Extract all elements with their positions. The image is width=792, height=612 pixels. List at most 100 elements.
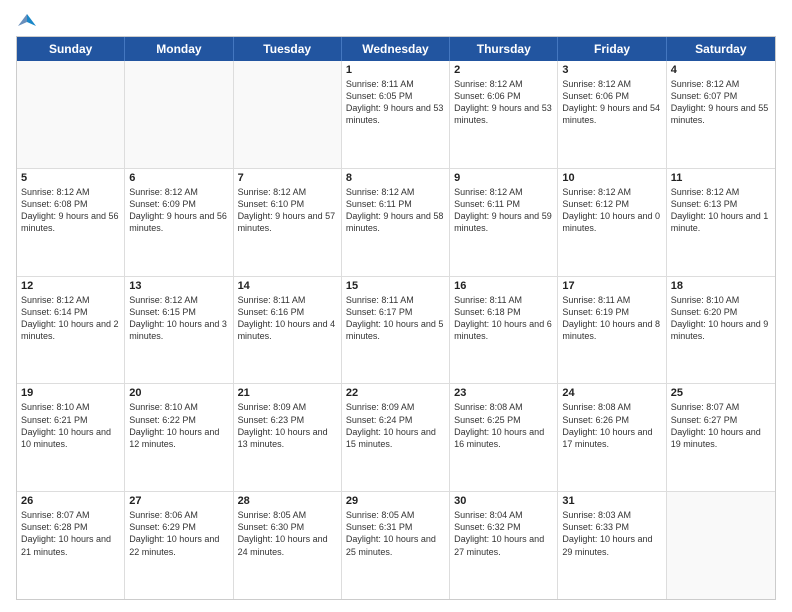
cell-info: Sunrise: 8:12 AM Sunset: 6:14 PM Dayligh… <box>21 294 120 343</box>
calendar-cell: 8 Sunrise: 8:12 AM Sunset: 6:11 PM Daylig… <box>342 169 450 276</box>
cell-info: Sunrise: 8:09 AM Sunset: 6:24 PM Dayligh… <box>346 401 445 450</box>
cell-info: Sunrise: 8:09 AM Sunset: 6:23 PM Dayligh… <box>238 401 337 450</box>
calendar-cell: 2 Sunrise: 8:12 AM Sunset: 6:06 PM Daylig… <box>450 61 558 168</box>
cell-info: Sunrise: 8:04 AM Sunset: 6:32 PM Dayligh… <box>454 509 553 558</box>
cell-info: Sunrise: 8:12 AM Sunset: 6:10 PM Dayligh… <box>238 186 337 235</box>
cell-info: Sunrise: 8:12 AM Sunset: 6:06 PM Dayligh… <box>562 78 661 127</box>
cell-info: Sunrise: 8:11 AM Sunset: 6:17 PM Dayligh… <box>346 294 445 343</box>
day-number: 13 <box>129 280 228 292</box>
day-number: 7 <box>238 172 337 184</box>
cell-info: Sunrise: 8:12 AM Sunset: 6:11 PM Dayligh… <box>454 186 553 235</box>
cell-info: Sunrise: 8:05 AM Sunset: 6:30 PM Dayligh… <box>238 509 337 558</box>
day-number: 26 <box>21 495 120 507</box>
cell-info: Sunrise: 8:12 AM Sunset: 6:06 PM Dayligh… <box>454 78 553 127</box>
day-number: 11 <box>671 172 771 184</box>
cell-info: Sunrise: 8:12 AM Sunset: 6:11 PM Dayligh… <box>346 186 445 235</box>
calendar-cell: 27 Sunrise: 8:06 AM Sunset: 6:29 PM Dayli… <box>125 492 233 599</box>
cell-info: Sunrise: 8:12 AM Sunset: 6:15 PM Dayligh… <box>129 294 228 343</box>
calendar-cell: 25 Sunrise: 8:07 AM Sunset: 6:27 PM Dayli… <box>667 384 775 491</box>
cell-info: Sunrise: 8:11 AM Sunset: 6:16 PM Dayligh… <box>238 294 337 343</box>
cell-info: Sunrise: 8:11 AM Sunset: 6:19 PM Dayligh… <box>562 294 661 343</box>
calendar-cell: 1Sunrise: 8:11 AM Sunset: 6:05 PM Daylig… <box>342 61 450 168</box>
day-number: 10 <box>562 172 661 184</box>
weekday-header: Monday <box>125 37 233 61</box>
cell-info: Sunrise: 8:08 AM Sunset: 6:25 PM Dayligh… <box>454 401 553 450</box>
calendar-cell <box>667 492 775 599</box>
day-number: 2 <box>454 64 553 76</box>
cell-info: Sunrise: 8:07 AM Sunset: 6:28 PM Dayligh… <box>21 509 120 558</box>
day-number: 18 <box>671 280 771 292</box>
day-number: 29 <box>346 495 445 507</box>
weekday-header: Saturday <box>667 37 775 61</box>
cell-info: Sunrise: 8:12 AM Sunset: 6:08 PM Dayligh… <box>21 186 120 235</box>
calendar-cell: 4 Sunrise: 8:12 AM Sunset: 6:07 PM Daylig… <box>667 61 775 168</box>
cell-info: Sunrise: 8:08 AM Sunset: 6:26 PM Dayligh… <box>562 401 661 450</box>
day-number: 15 <box>346 280 445 292</box>
calendar-cell: 20 Sunrise: 8:10 AM Sunset: 6:22 PM Dayli… <box>125 384 233 491</box>
day-number: 28 <box>238 495 337 507</box>
calendar-cell: 19Sunrise: 8:10 AM Sunset: 6:21 PM Dayli… <box>17 384 125 491</box>
day-number: 21 <box>238 387 337 399</box>
cell-info: Sunrise: 8:12 AM Sunset: 6:13 PM Dayligh… <box>671 186 771 235</box>
calendar-cell: 21 Sunrise: 8:09 AM Sunset: 6:23 PM Dayli… <box>234 384 342 491</box>
calendar-cell <box>234 61 342 168</box>
day-number: 1 <box>346 64 445 76</box>
calendar-cell: 28 Sunrise: 8:05 AM Sunset: 6:30 PM Dayli… <box>234 492 342 599</box>
cell-info: Sunrise: 8:11 AM Sunset: 6:18 PM Dayligh… <box>454 294 553 343</box>
calendar-cell: 29 Sunrise: 8:05 AM Sunset: 6:31 PM Dayli… <box>342 492 450 599</box>
header <box>16 12 776 28</box>
day-number: 3 <box>562 64 661 76</box>
calendar-cell: 16 Sunrise: 8:11 AM Sunset: 6:18 PM Dayli… <box>450 277 558 384</box>
day-number: 6 <box>129 172 228 184</box>
day-number: 27 <box>129 495 228 507</box>
calendar-cell: 17 Sunrise: 8:11 AM Sunset: 6:19 PM Dayli… <box>558 277 666 384</box>
calendar-row: 5 Sunrise: 8:12 AM Sunset: 6:08 PM Daylig… <box>17 169 775 277</box>
weekday-header: Wednesday <box>342 37 450 61</box>
calendar-cell <box>125 61 233 168</box>
calendar-row: 19Sunrise: 8:10 AM Sunset: 6:21 PM Dayli… <box>17 384 775 492</box>
day-number: 20 <box>129 387 228 399</box>
calendar-cell: 5 Sunrise: 8:12 AM Sunset: 6:08 PM Daylig… <box>17 169 125 276</box>
logo-bird-icon <box>18 12 36 30</box>
calendar-body: 1Sunrise: 8:11 AM Sunset: 6:05 PM Daylig… <box>17 61 775 599</box>
cell-info: Sunrise: 8:12 AM Sunset: 6:12 PM Dayligh… <box>562 186 661 235</box>
day-number: 16 <box>454 280 553 292</box>
calendar-cell: 13 Sunrise: 8:12 AM Sunset: 6:15 PM Dayli… <box>125 277 233 384</box>
cell-info: Sunrise: 8:05 AM Sunset: 6:31 PM Dayligh… <box>346 509 445 558</box>
day-number: 17 <box>562 280 661 292</box>
day-number: 5 <box>21 172 120 184</box>
calendar-cell: 30Sunrise: 8:04 AM Sunset: 6:32 PM Dayli… <box>450 492 558 599</box>
calendar-header: SundayMondayTuesdayWednesdayThursdayFrid… <box>17 37 775 61</box>
cell-info: Sunrise: 8:12 AM Sunset: 6:09 PM Dayligh… <box>129 186 228 235</box>
calendar-cell: 6 Sunrise: 8:12 AM Sunset: 6:09 PM Daylig… <box>125 169 233 276</box>
day-number: 25 <box>671 387 771 399</box>
calendar: SundayMondayTuesdayWednesdayThursdayFrid… <box>16 36 776 600</box>
calendar-cell: 23 Sunrise: 8:08 AM Sunset: 6:25 PM Dayli… <box>450 384 558 491</box>
day-number: 4 <box>671 64 771 76</box>
cell-info: Sunrise: 8:10 AM Sunset: 6:22 PM Dayligh… <box>129 401 228 450</box>
day-number: 22 <box>346 387 445 399</box>
calendar-row: 12Sunrise: 8:12 AM Sunset: 6:14 PM Dayli… <box>17 277 775 385</box>
page: SundayMondayTuesdayWednesdayThursdayFrid… <box>0 0 792 612</box>
cell-info: Sunrise: 8:06 AM Sunset: 6:29 PM Dayligh… <box>129 509 228 558</box>
calendar-cell: 3 Sunrise: 8:12 AM Sunset: 6:06 PM Daylig… <box>558 61 666 168</box>
calendar-row: 26 Sunrise: 8:07 AM Sunset: 6:28 PM Dayli… <box>17 492 775 599</box>
logo <box>16 12 36 28</box>
cell-info: Sunrise: 8:12 AM Sunset: 6:07 PM Dayligh… <box>671 78 771 127</box>
calendar-cell: 7 Sunrise: 8:12 AM Sunset: 6:10 PM Daylig… <box>234 169 342 276</box>
calendar-cell: 26 Sunrise: 8:07 AM Sunset: 6:28 PM Dayli… <box>17 492 125 599</box>
weekday-header: Thursday <box>450 37 558 61</box>
day-number: 23 <box>454 387 553 399</box>
calendar-cell: 10 Sunrise: 8:12 AM Sunset: 6:12 PM Dayli… <box>558 169 666 276</box>
day-number: 24 <box>562 387 661 399</box>
calendar-cell: 22 Sunrise: 8:09 AM Sunset: 6:24 PM Dayli… <box>342 384 450 491</box>
weekday-header: Tuesday <box>234 37 342 61</box>
day-number: 8 <box>346 172 445 184</box>
calendar-cell: 24 Sunrise: 8:08 AM Sunset: 6:26 PM Dayli… <box>558 384 666 491</box>
day-number: 19 <box>21 387 120 399</box>
cell-info: Sunrise: 8:07 AM Sunset: 6:27 PM Dayligh… <box>671 401 771 450</box>
calendar-cell: 12Sunrise: 8:12 AM Sunset: 6:14 PM Dayli… <box>17 277 125 384</box>
day-number: 31 <box>562 495 661 507</box>
calendar-cell: 11 Sunrise: 8:12 AM Sunset: 6:13 PM Dayli… <box>667 169 775 276</box>
calendar-row: 1Sunrise: 8:11 AM Sunset: 6:05 PM Daylig… <box>17 61 775 169</box>
